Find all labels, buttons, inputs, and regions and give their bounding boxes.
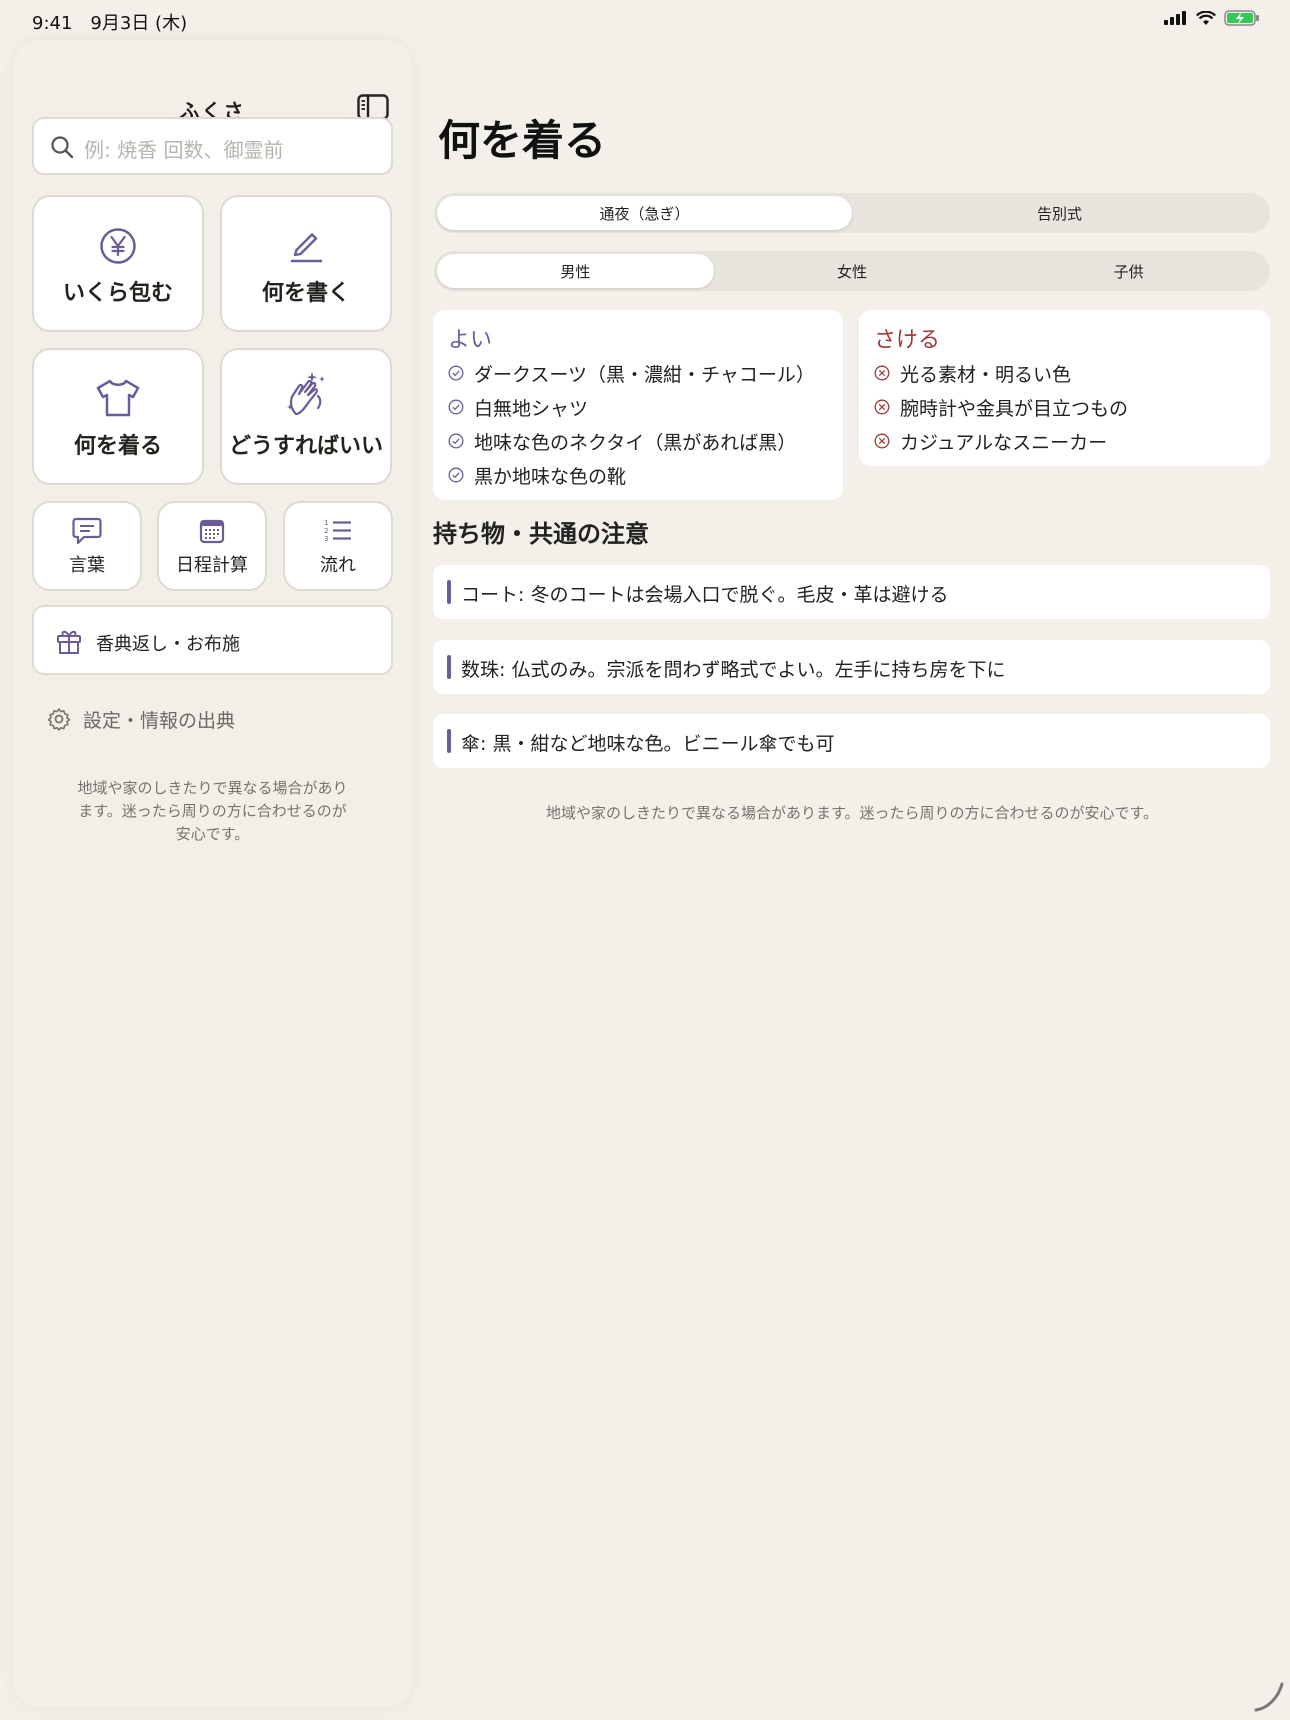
cellular-signal-icon (1164, 11, 1186, 25)
list-item: 黒か地味な色の靴 (448, 458, 815, 492)
tile-ikura[interactable]: いくら包む (32, 195, 204, 332)
event-segmented-control: 通夜（急ぎ） 告別式 (434, 193, 1270, 233)
x-circle-icon (874, 433, 890, 449)
chat-bubble-icon (72, 517, 102, 545)
tile-label: 言葉 (69, 555, 105, 576)
tile-label: 流れ (320, 555, 356, 576)
search-input[interactable]: 例: 焼香 回数、御霊前 (32, 117, 393, 175)
svg-text:1: 1 (324, 519, 328, 527)
good-card: よい ダークスーツ（黒・濃紺・チャコール） 白無地シャツ 地味な色のネクタイ（黒… (433, 310, 843, 500)
x-circle-icon (874, 365, 890, 381)
avoid-list: 光る素材・明るい色 腕時計や金具が目立つもの カジュアルなスニーカー (874, 356, 1128, 458)
check-circle-icon (448, 467, 464, 483)
svg-text:2: 2 (324, 527, 328, 535)
settings-label: 設定・情報の出典 (83, 710, 236, 732)
sidebar-note: 地域や家のしきたりで異なる場合があります。迷ったら周りの方に合わせるのが安心です… (77, 779, 348, 843)
accent-bar (447, 729, 451, 753)
x-circle-icon (874, 399, 890, 415)
note-row-juzu: 数珠: 仏式のみ。宗派を問わず略式でよい。左手に持ち房を下に (433, 640, 1270, 694)
gift-icon (57, 630, 81, 654)
search-placeholder: 例: 焼香 回数、御霊前 (84, 138, 284, 162)
avoid-title: さける (874, 328, 941, 353)
segment-female[interactable]: 女性 (714, 254, 991, 288)
tile-label: 何を書く (261, 279, 350, 306)
yen-circle-icon (100, 227, 136, 264)
avoid-card: さける 光る素材・明るい色 腕時計や金具が目立つもの カジュアルなスニーカー (859, 310, 1270, 466)
accent-bar (447, 580, 451, 604)
battery-charging-icon (1224, 10, 1259, 26)
tile-label: どうすればいい (228, 432, 383, 459)
tile-label: いくら包む (62, 279, 173, 306)
gear-icon (47, 708, 71, 731)
calendar-icon (199, 519, 225, 544)
status-icons (1164, 10, 1260, 26)
tile-kotoba[interactable]: 言葉 (32, 501, 142, 591)
segment-tsuya[interactable]: 通夜（急ぎ） (437, 196, 852, 230)
tile-nagare[interactable]: 1 2 3 流れ (283, 501, 393, 591)
status-bar: 9:41 9月3日 (木) (0, 0, 1290, 40)
segment-kokubetsushiki[interactable]: 告別式 (852, 196, 1267, 230)
numbered-list-icon: 1 2 3 (324, 519, 351, 543)
check-circle-icon (448, 433, 464, 449)
list-item: 光る素材・明るい色 (874, 356, 1128, 390)
kouden-gaeshi-label: 香典返し・お布施 (96, 634, 240, 655)
wifi-icon (1196, 10, 1216, 25)
sidebar: ふくさ 例: 焼香 回数、御霊前 いくら包む 何を書く 何を着る どうすればいい… (13, 40, 412, 1707)
segment-male[interactable]: 男性 (437, 254, 714, 288)
tile-dousureba[interactable]: どうすればいい (220, 348, 392, 485)
hands-clap-icon (287, 371, 325, 415)
main-footer-note: 地域や家のしきたりで異なる場合があります。迷ったら周りの方に合わせるのが安心です… (545, 804, 1158, 822)
tile-nani-kiru[interactable]: 何を着る (32, 348, 204, 485)
tile-label: 日程計算 (176, 555, 248, 576)
resize-handle-icon[interactable] (1252, 1680, 1286, 1714)
tile-nani-kaku[interactable]: 何を書く (220, 195, 392, 332)
list-item: 地味な色のネクタイ（黒があれば黒） (448, 424, 815, 458)
good-list: ダークスーツ（黒・濃紺・チャコール） 白無地シャツ 地味な色のネクタイ（黒があれ… (448, 356, 815, 492)
note-row-coat: コート: 冬のコートは会場入口で脱ぐ。毛皮・革は避ける (433, 565, 1270, 619)
good-title: よい (448, 328, 493, 353)
svg-text:3: 3 (324, 535, 328, 543)
kouden-gaeshi-button[interactable]: 香典返し・お布施 (32, 605, 393, 675)
note-row-umbrella: 傘: 黒・紺など地味な色。ビニール傘でも可 (433, 714, 1270, 768)
person-segmented-control: 男性 女性 子供 (434, 251, 1270, 291)
tile-label: 何を着る (73, 432, 162, 459)
list-item: カジュアルなスニーカー (874, 424, 1128, 458)
page-title: 何を着る (438, 116, 607, 165)
status-time: 9:41 9月3日 (木) (32, 13, 188, 34)
accent-bar (447, 655, 451, 679)
check-circle-icon (448, 399, 464, 415)
list-item: ダークスーツ（黒・濃紺・チャコール） (448, 356, 815, 390)
tile-nittei[interactable]: 日程計算 (157, 501, 267, 591)
section-title: 持ち物・共通の注意 (433, 519, 649, 548)
search-icon (51, 136, 74, 159)
pen-icon (290, 232, 323, 262)
list-item: 腕時計や金具が目立つもの (874, 390, 1128, 424)
check-circle-icon (448, 365, 464, 381)
list-item: 白無地シャツ (448, 390, 815, 424)
segment-child[interactable]: 子供 (990, 254, 1267, 288)
tshirt-icon (96, 379, 140, 416)
